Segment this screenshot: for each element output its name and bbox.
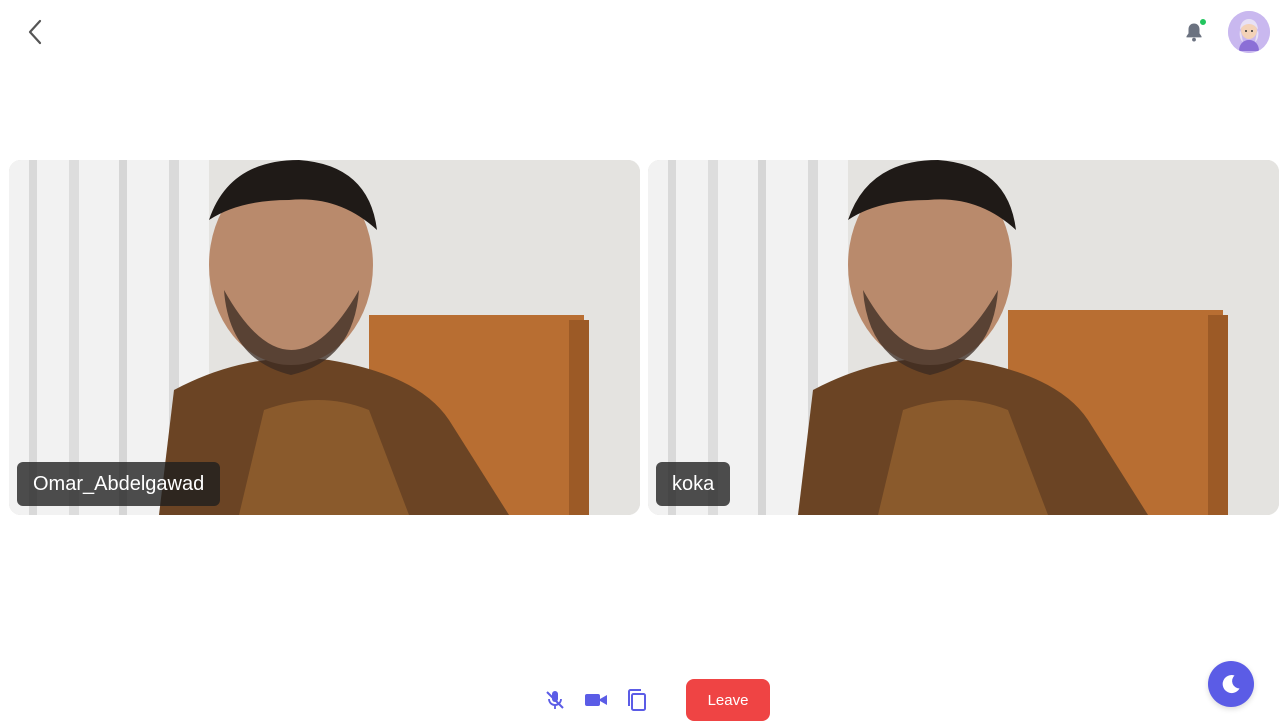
call-controls: Leave [537, 679, 770, 721]
avatar[interactable] [1228, 11, 1270, 53]
participant-name-tag: koka [656, 462, 731, 506]
copy-icon [628, 689, 646, 711]
microphone-off-icon [546, 691, 564, 709]
participant-name-tag: Omar_Abdelgawad [17, 462, 221, 506]
video-tile[interactable]: Omar_Abdelgawad [9, 160, 640, 515]
moon-icon [1222, 675, 1240, 694]
chevron-left-icon [28, 19, 42, 45]
video-camera-icon [585, 694, 607, 706]
notification-badge [1199, 18, 1207, 26]
leave-button[interactable]: Leave [686, 679, 770, 721]
camera-feed [648, 160, 1279, 515]
meeting-room: Omar_Abdelgawad koka Leave [0, 0, 1280, 725]
video-tile[interactable]: koka [648, 160, 1279, 515]
avatar-illustration [1228, 11, 1270, 53]
back-button[interactable] [20, 16, 50, 48]
copy-link-button[interactable] [619, 682, 655, 718]
mute-button[interactable] [537, 682, 573, 718]
camera-button[interactable] [578, 682, 614, 718]
notifications-button[interactable] [1180, 18, 1208, 46]
theme-toggle-button[interactable] [1208, 661, 1254, 707]
